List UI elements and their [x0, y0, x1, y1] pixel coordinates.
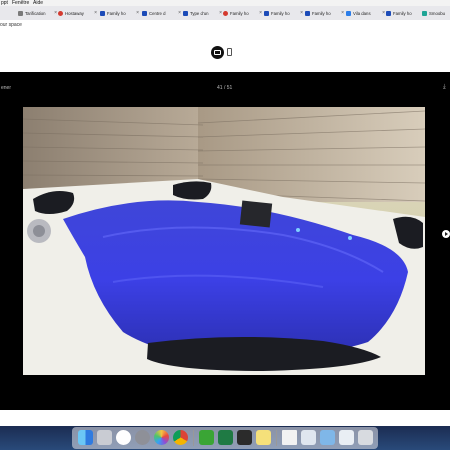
tab-label: Family ho [271, 11, 290, 16]
hot-tub-photo [23, 107, 425, 375]
tab-label: Type d'un [190, 11, 209, 16]
dock-separator [193, 430, 194, 446]
tab-label: Family ho [312, 11, 331, 16]
folder-icon[interactable] [320, 430, 335, 445]
close-icon[interactable]: × [382, 8, 385, 19]
utorrent-icon[interactable] [199, 430, 214, 445]
close-icon[interactable]: × [300, 8, 303, 19]
dock [72, 427, 378, 449]
tab-label: Tarification [25, 11, 46, 16]
tab-label: Family ho [230, 11, 249, 16]
tab-hostaway[interactable]: Hostaway × [58, 8, 98, 19]
booking-icon [264, 11, 269, 17]
preview-icon[interactable] [301, 430, 316, 445]
music-icon[interactable] [116, 430, 131, 445]
tab-type[interactable]: Type d'un × [183, 8, 223, 19]
tab-label: Hostaway [65, 11, 84, 16]
browser-tab-strip: Tarification × Hostaway × Family ho × Centr… [0, 6, 450, 21]
booking-icon [142, 11, 147, 17]
close-icon[interactable]: × [178, 8, 181, 19]
tab-family-ho-1[interactable]: Family ho × [100, 8, 140, 19]
tab-label: Vila dans [353, 11, 371, 16]
booking-icon [386, 11, 391, 17]
tab-family-ho-4[interactable]: Family ho × [305, 8, 345, 19]
tab-vila[interactable]: Vila dans × [346, 8, 386, 19]
airbnb-icon [223, 11, 228, 17]
viewer-left-label: ener [1, 85, 12, 91]
breadcrumb: our space [0, 22, 22, 28]
tab-label: Smoobu [429, 11, 446, 16]
vrbo-icon [346, 11, 351, 17]
notes-icon[interactable] [256, 430, 271, 445]
close-icon[interactable]: × [341, 8, 344, 19]
photo-viewer: ener 41 / 51 ⤓ [0, 72, 450, 410]
tab-family-ho-2[interactable]: Family ho × [223, 8, 263, 19]
system-preferences-icon[interactable] [135, 430, 150, 445]
booking-icon [183, 11, 188, 17]
close-icon[interactable]: × [136, 8, 139, 19]
launchpad-icon[interactable] [97, 430, 112, 445]
terminal-icon[interactable] [237, 430, 252, 445]
page-below-viewer [0, 410, 450, 426]
hostaway-icon [58, 11, 63, 17]
booking-icon [305, 11, 310, 17]
image-icon[interactable] [339, 430, 354, 445]
tab-label: Family ho [393, 11, 412, 16]
close-icon[interactable]: × [94, 8, 97, 19]
desktop-view-icon[interactable] [211, 46, 224, 59]
chrome-icon[interactable] [173, 430, 188, 445]
booking-icon [100, 11, 105, 17]
tab-family-ho-3[interactable]: Family ho × [264, 8, 304, 19]
finder-icon[interactable] [78, 430, 93, 445]
tab-label: Family ho [107, 11, 126, 16]
smoobu-icon [422, 11, 427, 17]
mobile-view-icon[interactable] [227, 48, 232, 56]
page-icon [18, 11, 23, 17]
dock-separator [276, 430, 277, 446]
view-toggle [211, 46, 237, 59]
tab-centre[interactable]: Centre d × [142, 8, 182, 19]
photos-icon[interactable] [154, 430, 169, 445]
document-icon[interactable] [282, 430, 297, 445]
close-icon[interactable]: × [54, 8, 57, 19]
tab-label: Centre d [149, 11, 166, 16]
tab-tarification[interactable]: Tarification × [18, 8, 58, 19]
tab-family-ho-5[interactable]: Family ho× [386, 8, 426, 19]
close-icon[interactable]: × [219, 8, 222, 19]
chevron-right-icon[interactable] [442, 230, 450, 238]
close-icon[interactable]: × [259, 8, 262, 19]
download-icon[interactable]: ⤓ [443, 84, 448, 90]
tab-smoobu[interactable]: Smoobu [422, 8, 450, 19]
trash-icon[interactable] [358, 430, 373, 445]
excel-icon[interactable] [218, 430, 233, 445]
photo-counter: 41 / 51 [217, 85, 233, 91]
